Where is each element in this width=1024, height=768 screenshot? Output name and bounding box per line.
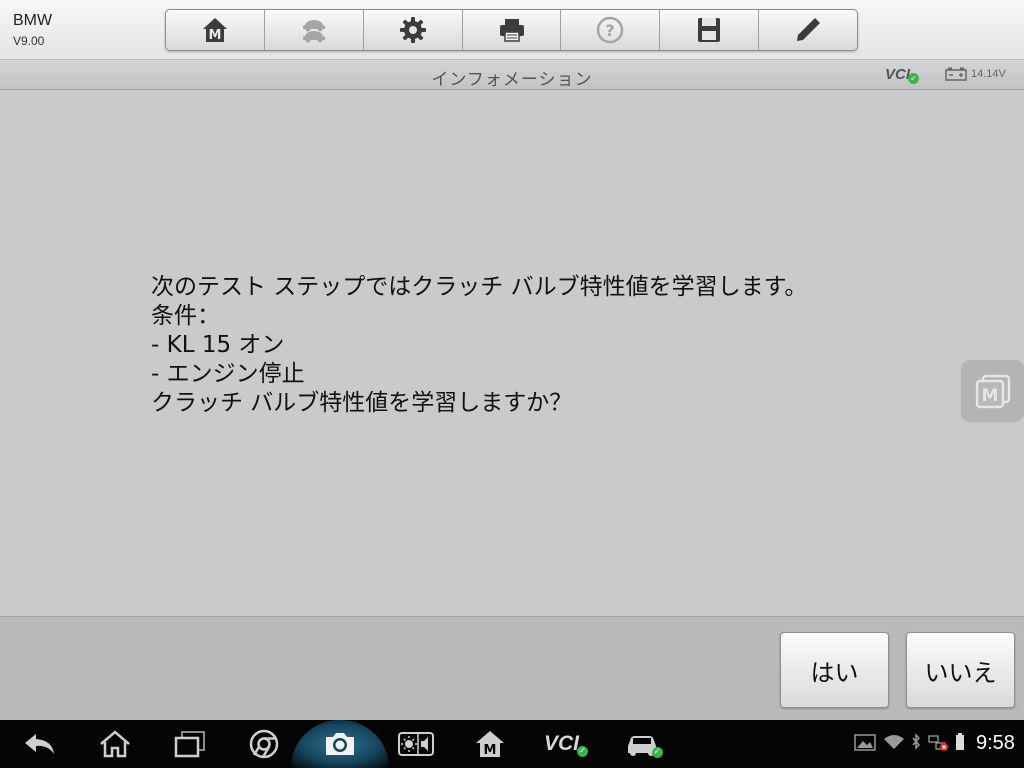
vci-nav-label: VCI bbox=[543, 732, 579, 755]
gallery-notification-icon bbox=[854, 734, 876, 751]
recent-apps-button[interactable] bbox=[170, 726, 210, 762]
no-button[interactable]: いいえ bbox=[906, 632, 1015, 708]
message-line: クラッチ バルブ特性値を学習しますか？ bbox=[151, 390, 573, 416]
brightness-volume-icon bbox=[398, 732, 434, 756]
svg-text:M: M bbox=[981, 386, 998, 406]
network-error-icon bbox=[928, 735, 948, 751]
wifi-icon bbox=[884, 735, 904, 749]
back-button[interactable] bbox=[20, 726, 60, 762]
save-button[interactable] bbox=[660, 10, 760, 50]
chrome-app-button[interactable] bbox=[244, 726, 284, 762]
connected-check-icon: ✓ bbox=[908, 73, 920, 84]
home-nav-button[interactable] bbox=[95, 726, 135, 762]
car-battery-icon bbox=[945, 67, 967, 81]
home-m-icon: M bbox=[476, 731, 504, 758]
svg-text:M: M bbox=[484, 743, 497, 758]
top-toolbar: BMW V9.00 M ? bbox=[0, 0, 1024, 60]
edit-button[interactable] bbox=[759, 10, 857, 50]
vehicle-connection-button[interactable]: ✓ bbox=[620, 726, 666, 762]
svg-text:?: ? bbox=[606, 21, 615, 40]
recent-apps-icon bbox=[174, 731, 205, 758]
battery-voltage: 14.14V bbox=[945, 67, 1006, 81]
status-icons bbox=[853, 732, 965, 752]
connected-check-icon: ✓ bbox=[577, 745, 588, 757]
print-button[interactable] bbox=[463, 10, 562, 50]
information-message: 次のテスト ステップではクラッチ バルブ特性値を学習します。 条件： - KL … bbox=[151, 273, 807, 418]
vehicle-swap-button[interactable] bbox=[265, 10, 364, 50]
action-bar: はい いいえ bbox=[0, 616, 1024, 720]
bluetooth-icon bbox=[912, 733, 921, 750]
brand-name: BMW bbox=[13, 12, 53, 29]
help-icon: ? bbox=[597, 16, 624, 44]
page-title: インフォメーション bbox=[431, 70, 593, 90]
printer-icon bbox=[499, 19, 524, 42]
system-navigation-bar: M VCI ✓ ✓ 9:58 bbox=[0, 720, 1024, 768]
home-button[interactable]: M bbox=[166, 10, 265, 50]
voltage-value: 14.14V bbox=[971, 68, 1006, 80]
vehicle-swap-icon bbox=[302, 20, 325, 43]
message-line: - エンジン停止 bbox=[151, 361, 305, 387]
system-clock: 9:58 bbox=[976, 732, 1015, 754]
home-m-icon: M bbox=[202, 18, 227, 43]
message-line: 条件： bbox=[151, 303, 220, 329]
chrome-icon bbox=[249, 729, 279, 759]
help-button[interactable]: ? bbox=[561, 10, 661, 50]
svg-text:M: M bbox=[208, 28, 221, 43]
message-line: - KL 15 オン bbox=[151, 332, 285, 358]
pencil-icon bbox=[797, 18, 821, 41]
maxisys-home-button[interactable]: M bbox=[470, 726, 510, 762]
camera-app-button[interactable] bbox=[320, 726, 360, 762]
home-icon bbox=[100, 730, 130, 758]
gear-icon bbox=[399, 17, 426, 43]
title-bar: インフォメーション VCI ✓ 14.14V bbox=[0, 60, 1024, 90]
m-overlay-icon: M bbox=[975, 374, 1010, 409]
yes-button[interactable]: はい bbox=[780, 632, 889, 708]
message-line: 次のテスト ステップではクラッチ バルブ特性値を学習します。 bbox=[151, 274, 808, 300]
floating-m-button[interactable]: M bbox=[961, 360, 1024, 422]
toolbar-button-group: M ? bbox=[165, 9, 858, 51]
software-version: V9.00 bbox=[13, 34, 45, 48]
vci-connection-status: VCI ✓ bbox=[885, 65, 920, 84]
back-arrow-icon bbox=[25, 734, 54, 754]
save-icon bbox=[698, 18, 721, 42]
battery-icon bbox=[956, 733, 964, 750]
vehicle-brand: BMW V9.00 bbox=[13, 12, 52, 48]
vci-label: VCI bbox=[885, 66, 911, 83]
information-panel: 次のテスト ステップではクラッチ バルブ特性値を学習します。 条件： - KL … bbox=[0, 91, 1024, 616]
camera-icon bbox=[326, 733, 354, 755]
settings-button[interactable] bbox=[364, 10, 463, 50]
vci-manager-button[interactable]: VCI ✓ bbox=[541, 726, 591, 762]
display-audio-settings-button[interactable] bbox=[396, 726, 436, 762]
connected-check-icon: ✓ bbox=[651, 746, 663, 758]
